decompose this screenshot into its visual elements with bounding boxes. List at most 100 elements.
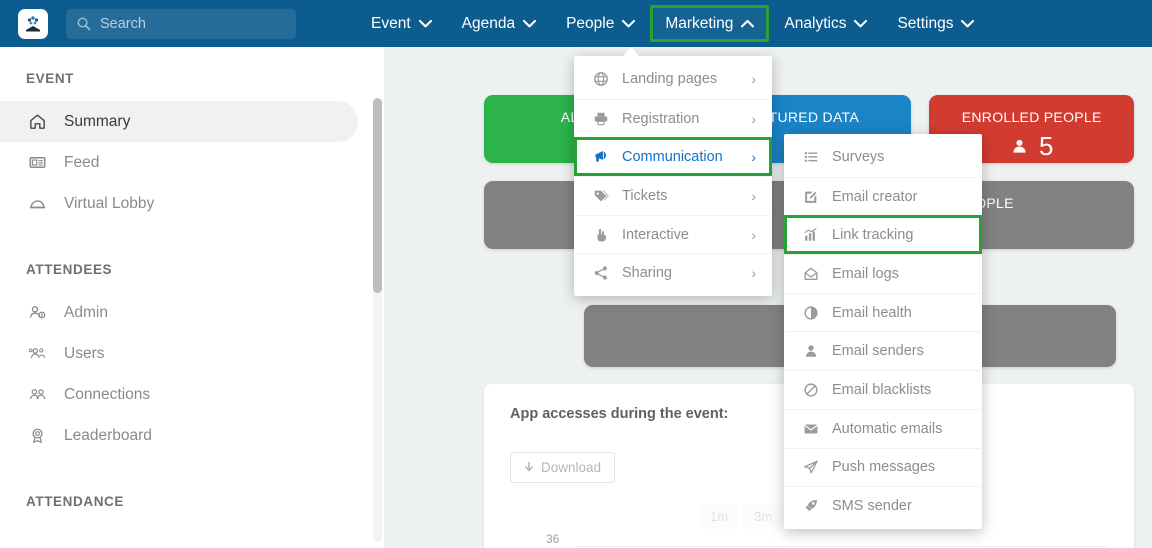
menu-item-interactive[interactable]: Interactive › [574, 214, 772, 254]
chevron-down-icon [854, 19, 868, 28]
chevron-down-icon [961, 19, 975, 28]
chevron-down-icon [523, 19, 537, 28]
chevron-right-icon: › [751, 187, 756, 204]
chevron-down-icon [418, 19, 432, 28]
globe-icon [589, 71, 613, 87]
sidebar-label-summary: Summary [64, 112, 131, 130]
menu-item-communication[interactable]: Communication › [574, 137, 772, 177]
sidebar-label-connections: Connections [64, 385, 151, 403]
menu-item-email-blacklists[interactable]: Email blacklists [784, 370, 982, 409]
sidebar-item-virtual-lobby[interactable]: Virtual Lobby [0, 183, 358, 224]
tag-icon [589, 188, 613, 204]
top-navigation-bar: Event Agenda People Marketing Analytics [0, 0, 1152, 47]
sidebar-item-admin[interactable]: Admin [0, 292, 358, 333]
app-logo[interactable] [18, 8, 48, 39]
menu-label-sharing: Sharing [622, 265, 672, 282]
sidebar: EVENT Summary Feed Virtual Lobby ATTENDE… [0, 47, 384, 548]
download-button[interactable]: Download [510, 452, 616, 483]
menu-label-email-health: Email health [832, 304, 912, 321]
sidebar-item-feed[interactable]: Feed [0, 142, 358, 183]
chevron-right-icon: › [751, 71, 756, 88]
menu-item-registration[interactable]: Registration › [574, 98, 772, 138]
menu-item-automatic-emails[interactable]: Automatic emails [784, 408, 982, 448]
user-shield-icon [26, 303, 48, 322]
envelope-icon [799, 421, 823, 437]
menu-item-email-health[interactable]: Email health [784, 292, 982, 332]
menu-item-link-tracking[interactable]: Link tracking [784, 215, 982, 255]
chevron-right-icon: › [751, 265, 756, 282]
award-icon [26, 426, 48, 445]
menu-label-push-messages: Push messages [832, 459, 936, 476]
chevron-down-icon [622, 19, 636, 28]
nav-item-marketing[interactable]: Marketing [650, 5, 770, 42]
menu-label-automatic-emails: Automatic emails [832, 420, 943, 437]
sidebar-item-leaderboard[interactable]: Leaderboard [0, 415, 358, 456]
logo-glyph [26, 15, 40, 31]
range-button-3m[interactable]: 3m [743, 504, 784, 529]
feed-icon [26, 153, 48, 172]
hand-point-icon [589, 227, 613, 243]
printer-icon [589, 111, 613, 127]
sidebar-scrollbar-thumb[interactable] [373, 98, 382, 293]
pencil-square-icon [799, 189, 823, 205]
search-input[interactable] [100, 15, 286, 32]
chevron-up-icon [741, 19, 755, 28]
nav-label-analytics: Analytics [784, 14, 847, 32]
search-box[interactable] [66, 8, 296, 39]
menu-label-tickets: Tickets [622, 187, 668, 204]
menu-label-email-senders: Email senders [832, 343, 924, 360]
sidebar-section-attendance: ATTENDANCE [26, 494, 124, 509]
share-icon [589, 265, 613, 281]
nav-item-analytics[interactable]: Analytics [769, 5, 882, 42]
download-button-label: Download [541, 460, 602, 475]
marketing-dropdown-menu: Landing pages › Registration › Communica… [574, 56, 772, 297]
menu-item-email-creator[interactable]: Email creator [784, 176, 982, 216]
menu-item-push-messages[interactable]: Push messages [784, 447, 982, 487]
menu-item-sms-sender[interactable]: SMS sender [784, 486, 982, 525]
person-icon [1013, 139, 1026, 153]
person-icon [799, 343, 823, 359]
sidebar-item-users[interactable]: Users [0, 333, 358, 374]
range-button-1m[interactable]: 1m [699, 504, 740, 529]
main-menu: Event Agenda People Marketing Analytics [356, 0, 989, 47]
search-icon [77, 17, 91, 31]
menu-label-email-logs: Email logs [832, 265, 899, 282]
menu-label-landing-pages: Landing pages [622, 71, 718, 88]
menu-label-interactive: Interactive [622, 226, 689, 243]
bar-chart-icon [799, 227, 823, 243]
menu-label-sms-sender: SMS sender [832, 498, 912, 515]
nav-item-people[interactable]: People [551, 5, 650, 42]
menu-item-email-senders[interactable]: Email senders [784, 331, 982, 370]
nav-item-agenda[interactable]: Agenda [447, 5, 551, 42]
chevron-right-icon: › [751, 148, 756, 165]
menu-label-email-creator: Email creator [832, 188, 918, 205]
paper-plane-icon [799, 459, 823, 475]
nav-item-event[interactable]: Event [356, 5, 447, 42]
menu-caret [622, 47, 640, 57]
connections-icon [26, 385, 48, 404]
users-icon [26, 344, 48, 363]
menu-item-email-logs[interactable]: Email logs [784, 254, 982, 293]
nav-label-agenda: Agenda [461, 14, 516, 32]
menu-item-landing-pages[interactable]: Landing pages › [574, 60, 772, 99]
nav-label-people: People [566, 14, 615, 32]
chevron-right-icon: › [751, 226, 756, 243]
menu-label-link-tracking: Link tracking [832, 226, 914, 243]
sidebar-item-summary[interactable]: Summary [0, 101, 358, 142]
nav-item-settings[interactable]: Settings [882, 5, 989, 42]
menu-label-email-blacklists: Email blacklists [832, 381, 932, 398]
sidebar-item-connections[interactable]: Connections [0, 374, 358, 415]
kpi-value-enrolled-people: 5 [1010, 131, 1053, 162]
nav-label-marketing: Marketing [665, 14, 734, 32]
menu-item-sharing[interactable]: Sharing › [574, 253, 772, 292]
home-icon [26, 112, 48, 131]
chevron-right-icon: › [751, 110, 756, 127]
menu-item-tickets[interactable]: Tickets › [574, 176, 772, 215]
menu-label-registration: Registration [622, 110, 700, 127]
nav-label-event: Event [371, 14, 411, 32]
kpi-number-enrolled-people: 5 [1038, 131, 1054, 161]
kpi-title-captured-data: PTURED DATA [759, 109, 860, 125]
menu-item-surveys[interactable]: Surveys [784, 138, 982, 177]
access-chart: ⑾ 36 [510, 532, 1108, 548]
communication-submenu: Surveys Email creator Link tracking Emai… [784, 134, 982, 529]
